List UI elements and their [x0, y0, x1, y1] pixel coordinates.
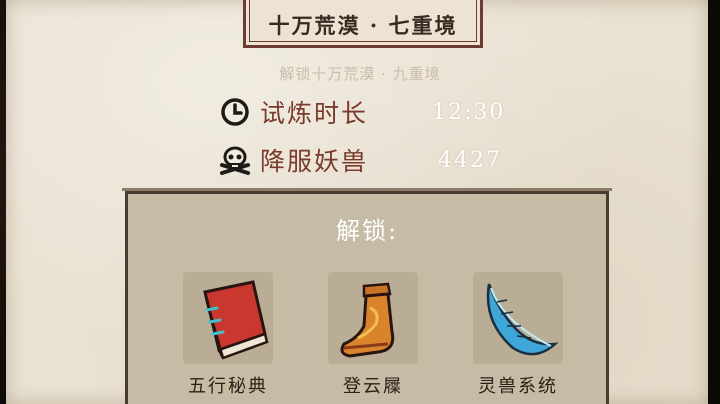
clock-icon: [221, 98, 249, 126]
unlock-hint: 解锁十万荒漠 · 九重境: [279, 65, 441, 83]
stage-title-plate: 十万荒漠 · 七重境: [243, 0, 483, 48]
stat-value-beasts-subdued: 4427: [438, 147, 502, 173]
red-book-icon: [203, 280, 269, 360]
reward-item[interactable]: 登云屧: [318, 272, 428, 398]
reward-name: 五行秘典: [188, 376, 268, 397]
reward-tile: [328, 272, 418, 364]
boot-icon: [340, 282, 395, 358]
unlock-panel-title: 解锁:: [335, 217, 399, 245]
skull-crossbones-icon: [220, 146, 250, 175]
reward-item[interactable]: 灵兽系统: [463, 272, 573, 398]
unlock-panel: 解锁: 五行秘典 登云屧 灵兽系统: [122, 188, 612, 404]
stat-trial-time: 试炼时长 12:30: [220, 94, 503, 130]
reward-name: 登云屧: [343, 376, 403, 397]
reward-tile: [183, 272, 273, 364]
reward-item[interactable]: 五行秘典: [173, 272, 283, 398]
stat-beasts-subdued: 降服妖兽 4427: [218, 142, 500, 178]
stage-title: 十万荒漠 · 七重境: [268, 13, 458, 38]
stat-value-trial-time: 12:30: [432, 99, 506, 125]
stat-label-beasts-subdued: 降服妖兽: [260, 147, 369, 176]
reward-tile: [473, 272, 563, 364]
stat-label-trial-time: 试炼时长: [260, 99, 369, 128]
blue-feather-icon: [486, 283, 559, 356]
reward-name: 灵兽系统: [478, 376, 558, 397]
